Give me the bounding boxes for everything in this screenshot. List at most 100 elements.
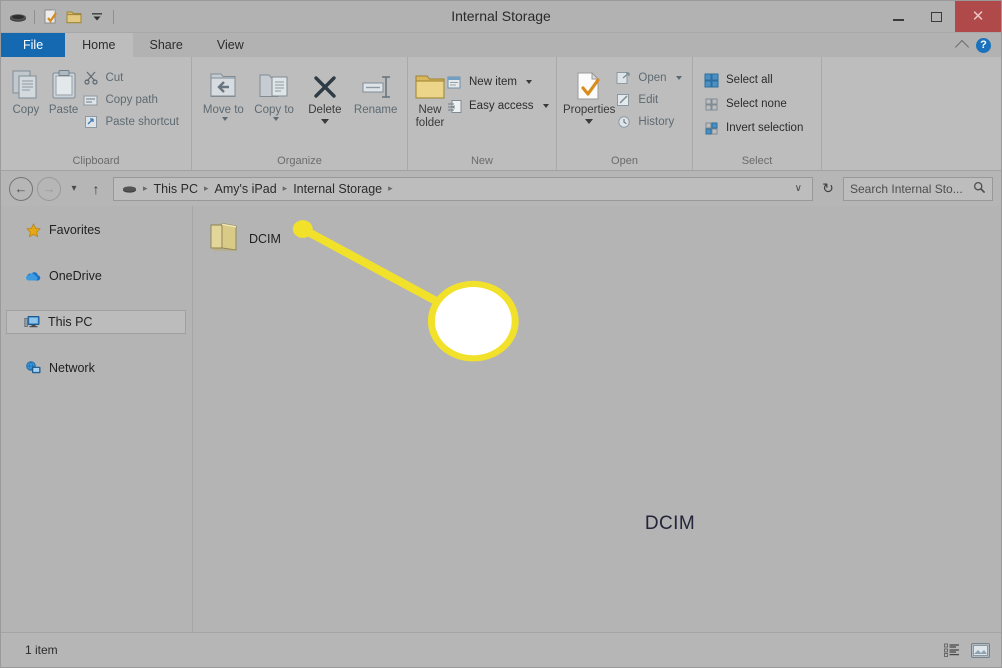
- new-folder-button[interactable]: New folder: [414, 63, 446, 130]
- scissors-icon: [82, 70, 99, 87]
- tab-share[interactable]: Share: [133, 33, 200, 57]
- edit-icon: [615, 92, 632, 109]
- easy-access-button[interactable]: Easy access: [446, 97, 555, 115]
- file-list-pane[interactable]: DCIM DCIM: [193, 206, 1001, 632]
- sidebar-item-this-pc[interactable]: This PC: [6, 310, 186, 334]
- easy-access-caret-icon[interactable]: [542, 104, 549, 108]
- tab-file[interactable]: File: [1, 33, 66, 57]
- ribbon-group-new: New folder New item Easy access New: [408, 57, 557, 170]
- breadcrumb-item-internal-storage[interactable]: Internal Storage: [289, 182, 386, 196]
- help-icon[interactable]: ?: [976, 37, 991, 53]
- sidebar-item-onedrive[interactable]: OneDrive: [7, 264, 186, 288]
- maximize-button[interactable]: [917, 1, 955, 32]
- paste-button[interactable]: Paste: [45, 63, 83, 117]
- breadcrumb-item-this-pc[interactable]: This PC: [150, 182, 202, 196]
- properties-caret-icon[interactable]: [585, 119, 594, 125]
- paste-label: Paste: [48, 104, 79, 116]
- properties-icon[interactable]: [41, 7, 61, 27]
- breadcrumb-separator-0[interactable]: ▸: [141, 183, 150, 194]
- copy-label: Copy: [12, 104, 40, 116]
- properties-label: Properties: [563, 104, 616, 116]
- minimize-button[interactable]: [879, 1, 917, 32]
- ribbon-tab-strip: File Home Share View ?: [1, 33, 1001, 57]
- cut-button[interactable]: Cut: [82, 69, 185, 87]
- rename-button[interactable]: Rename: [350, 63, 401, 117]
- delete-button[interactable]: Delete: [300, 63, 351, 125]
- clipboard-small-commands: Cut Copy path Paste shortcut: [82, 63, 185, 131]
- tab-home[interactable]: Home: [65, 33, 133, 57]
- folder-icon: [205, 218, 243, 259]
- cut-label: Cut: [105, 72, 124, 84]
- breadcrumb-item-amys-ipad[interactable]: Amy's iPad: [211, 182, 281, 196]
- edit-button[interactable]: Edit: [615, 91, 687, 109]
- copy-to-button[interactable]: Copy to: [249, 63, 300, 122]
- breadcrumb-separator-1[interactable]: ▸: [202, 183, 211, 194]
- device-icon[interactable]: [8, 7, 28, 27]
- back-icon: ←: [14, 181, 28, 196]
- breadcrumb[interactable]: ▸ This PC ▸ Amy's iPad ▸ Internal Storag…: [113, 176, 813, 201]
- rename-label: Rename: [353, 104, 398, 116]
- move-to-button[interactable]: Move to: [198, 63, 249, 122]
- customize-qat-dropdown[interactable]: [87, 7, 107, 27]
- ribbon-group-select: Select all Select none Invert selection …: [693, 57, 822, 170]
- paste-shortcut-button[interactable]: Paste shortcut: [82, 113, 185, 131]
- copy-button[interactable]: Copy: [7, 63, 45, 117]
- refresh-icon: ↻: [822, 180, 834, 196]
- address-dropdown-icon[interactable]: ∨: [789, 183, 808, 194]
- sidebar-item-network[interactable]: Network: [7, 356, 186, 380]
- callout-bubble: [427, 280, 519, 362]
- refresh-button[interactable]: ↻: [817, 180, 839, 197]
- new-folder-icon[interactable]: [64, 7, 84, 27]
- breadcrumb-separator-2[interactable]: ▸: [281, 183, 290, 194]
- select-none-button[interactable]: Select none: [703, 95, 809, 113]
- tab-view[interactable]: View: [200, 33, 261, 57]
- search-icon[interactable]: [973, 181, 986, 197]
- open-button[interactable]: Open: [615, 69, 687, 87]
- new-item-caret-icon[interactable]: [525, 80, 532, 84]
- ribbon-filler: [822, 57, 1001, 170]
- file-item-dcim[interactable]: DCIM: [205, 218, 281, 259]
- properties-button[interactable]: Properties: [563, 63, 616, 125]
- recent-locations-button[interactable]: ▾: [65, 177, 83, 201]
- up-button[interactable]: ↑: [87, 177, 105, 201]
- paste-shortcut-icon: [82, 114, 99, 131]
- details-view-button[interactable]: [941, 640, 963, 660]
- minimize-glyph: [892, 18, 904, 21]
- ribbon-group-clipboard: Copy Paste Cut Copy path Paste shortcut …: [1, 57, 192, 170]
- invert-selection-button[interactable]: Invert selection: [703, 119, 809, 137]
- rename-icon: [360, 67, 392, 101]
- group-label-clipboard: Clipboard: [72, 155, 120, 167]
- delete-caret-icon[interactable]: [320, 119, 329, 125]
- copy-path-button[interactable]: Copy path: [82, 91, 185, 109]
- move-to-caret-icon[interactable]: [221, 117, 228, 122]
- close-button[interactable]: ✕: [955, 1, 1001, 32]
- callout-anchor-dot: [292, 220, 313, 238]
- close-icon: ✕: [971, 8, 985, 25]
- copy-icon: [11, 67, 41, 101]
- sidebar-label-this-pc: This PC: [48, 315, 93, 329]
- callout-annotation: [292, 220, 519, 362]
- select-all-button[interactable]: Select all: [703, 71, 809, 89]
- back-button[interactable]: ←: [9, 176, 33, 201]
- open-label: Open: [638, 72, 667, 84]
- computer-icon: [24, 314, 40, 330]
- open-caret-icon[interactable]: [675, 76, 682, 80]
- forward-button[interactable]: →: [37, 176, 61, 201]
- new-item-button[interactable]: New item: [446, 73, 555, 91]
- sidebar-item-favorites[interactable]: Favorites: [7, 218, 186, 242]
- breadcrumb-separator-3[interactable]: ▸: [386, 183, 395, 194]
- explorer-body: Favorites OneDrive This PC Network DCIM …: [1, 206, 1001, 632]
- large-icons-view-button[interactable]: [969, 640, 991, 660]
- ribbon-tab-actions: ?: [954, 33, 1001, 57]
- group-label-organize: Organize: [277, 155, 322, 167]
- copy-to-caret-icon[interactable]: [272, 117, 279, 122]
- invert-selection-label: Invert selection: [726, 122, 804, 134]
- new-folder-label: New folder: [415, 104, 445, 130]
- search-input[interactable]: Search Internal Sto...: [843, 176, 993, 201]
- ribbon-group-organize: Move to Copy to Delete Rename Organize: [192, 57, 408, 170]
- quick-access-toolbar: [1, 1, 117, 32]
- edit-label: Edit: [638, 94, 659, 106]
- history-button[interactable]: History: [615, 113, 687, 131]
- delete-label: Delete: [308, 104, 342, 116]
- chevron-up-icon[interactable]: [954, 39, 970, 54]
